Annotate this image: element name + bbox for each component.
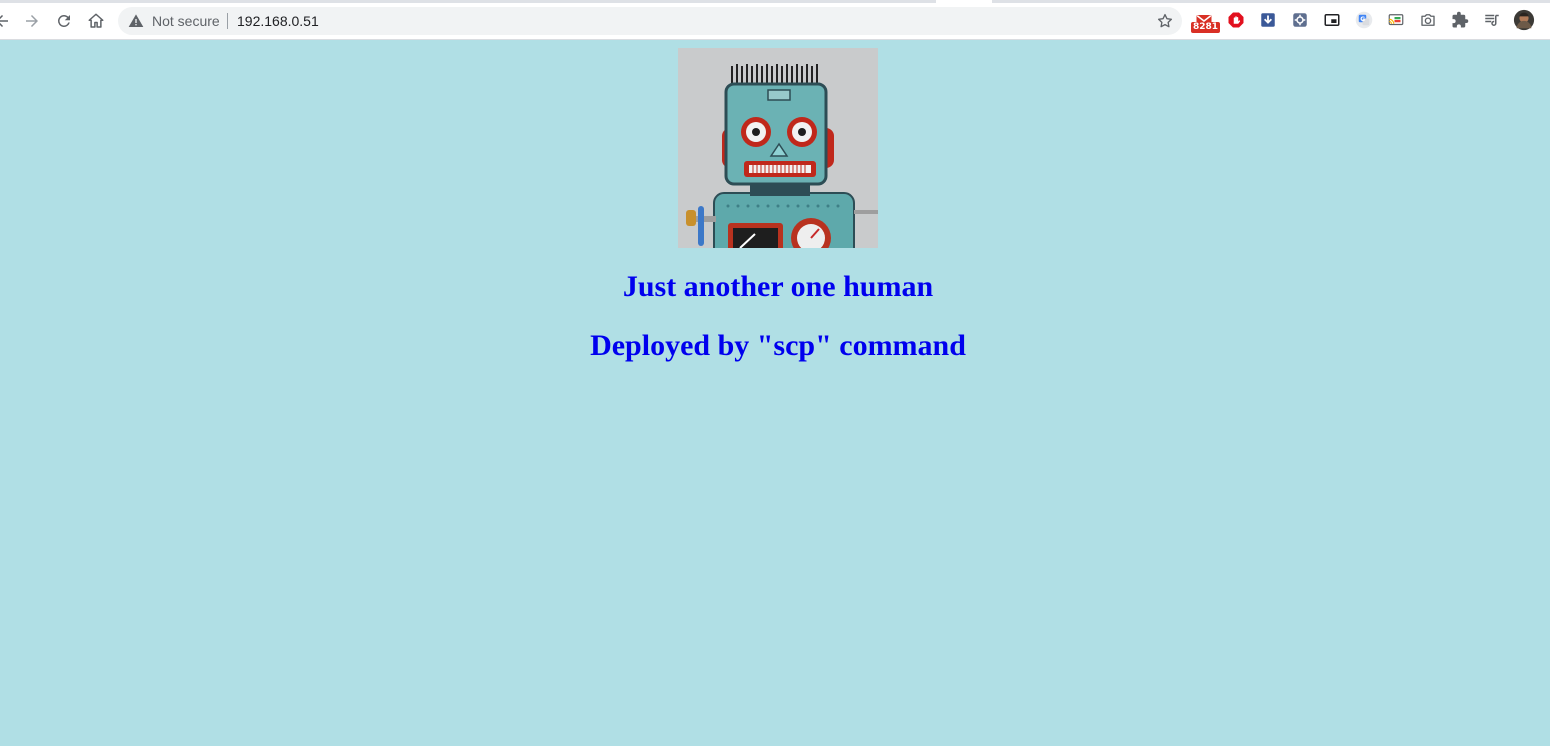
page-body: Just another one human Deployed by "scp"… xyxy=(0,40,1550,746)
screenshot-camera-icon[interactable] xyxy=(1418,10,1438,30)
address-bar[interactable]: Not secure 192.168.0.51 xyxy=(118,7,1182,35)
active-tab[interactable] xyxy=(936,0,992,3)
browser-toolbar: Not secure 192.168.0.51 8281 G xyxy=(0,0,1550,40)
mail-count-badge: 8281 xyxy=(1191,22,1221,33)
puzzle-gear-icon[interactable] xyxy=(1290,10,1310,30)
download-icon[interactable] xyxy=(1258,10,1278,30)
security-status-label[interactable]: Not secure xyxy=(152,13,220,29)
svg-text:G: G xyxy=(1360,16,1365,23)
page-heading-secondary: Deployed by "scp" command xyxy=(590,329,966,362)
home-icon[interactable] xyxy=(84,9,108,33)
cast-icon[interactable] xyxy=(1386,10,1406,30)
page-heading-primary: Just another one human xyxy=(622,270,934,303)
back-arrow-icon[interactable] xyxy=(0,9,14,33)
profile-avatar-icon[interactable] xyxy=(1513,9,1535,31)
star-icon[interactable] xyxy=(1156,12,1174,30)
picture-in-picture-icon[interactable] xyxy=(1322,10,1342,30)
extensions-puzzle-icon[interactable] xyxy=(1450,10,1470,30)
robot-illustration xyxy=(678,48,878,248)
adblock-icon[interactable] xyxy=(1226,10,1246,30)
warning-triangle-icon[interactable] xyxy=(128,13,144,29)
google-translate-icon[interactable]: G xyxy=(1354,10,1374,30)
forward-arrow-icon[interactable] xyxy=(20,9,44,33)
media-queue-icon[interactable] xyxy=(1482,10,1502,30)
omnibox-divider xyxy=(227,13,228,29)
url-text[interactable]: 192.168.0.51 xyxy=(237,13,319,29)
tab-strip xyxy=(0,0,1550,3)
robot-image xyxy=(678,48,878,248)
reload-icon[interactable] xyxy=(52,9,76,33)
